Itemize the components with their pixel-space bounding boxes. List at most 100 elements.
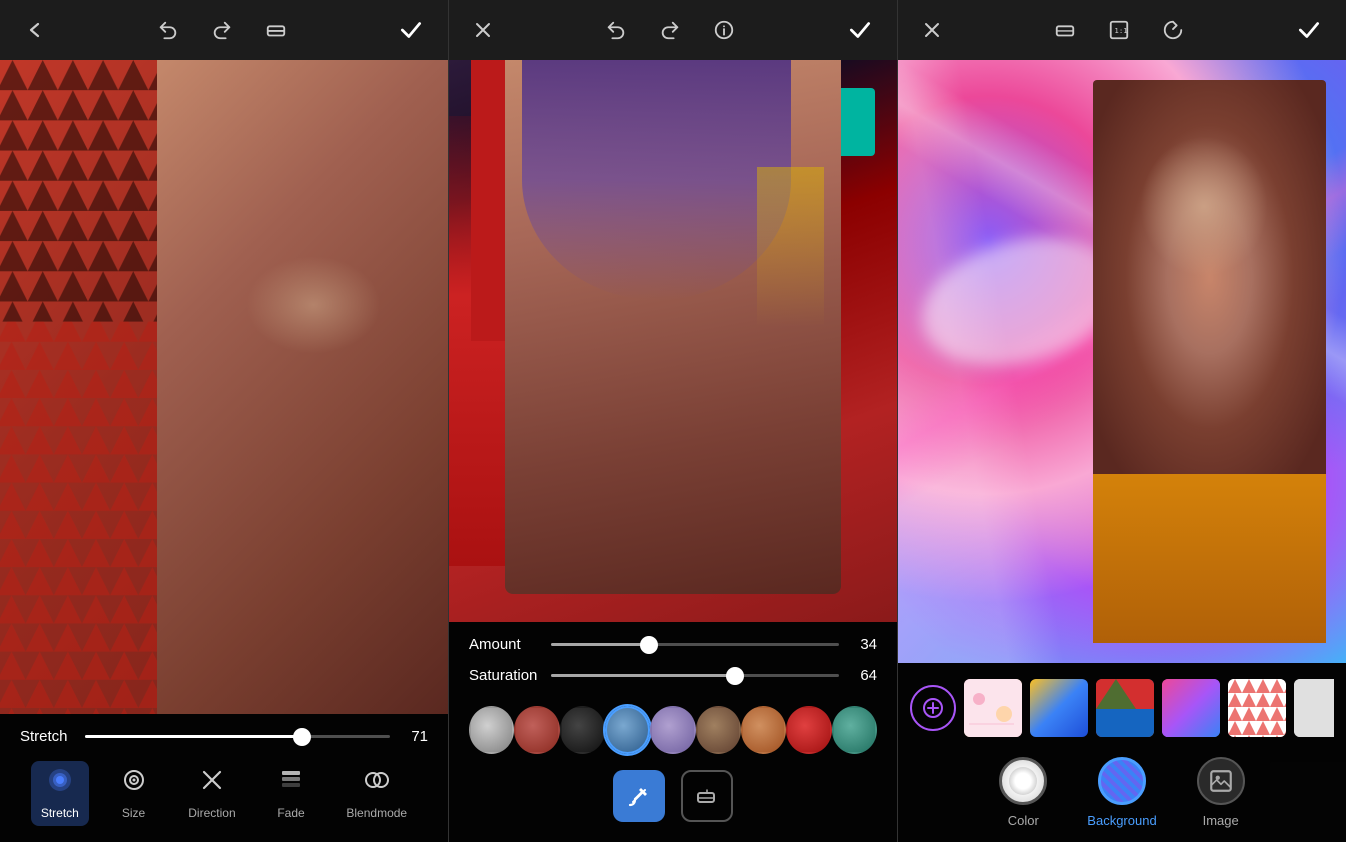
saturation-thumb[interactable]: [726, 667, 744, 685]
main-image-3: [898, 60, 1346, 663]
type-background[interactable]: Background: [1087, 757, 1156, 828]
tool-size[interactable]: Size: [111, 761, 157, 826]
tool-blendmode[interactable]: Blendmode: [336, 761, 417, 826]
gold-accent: [757, 167, 824, 327]
toolbar-2: [449, 0, 897, 60]
size-tool-label: Size: [122, 806, 145, 820]
face-highlight: [246, 256, 380, 354]
main-image-2: [449, 60, 897, 622]
bg-thumb-3[interactable]: [1096, 679, 1154, 737]
amount-slider-row: Amount 34: [469, 636, 877, 653]
stretch-label: Stretch: [20, 728, 75, 745]
brush-tools: [469, 766, 877, 830]
shirt: [1093, 474, 1326, 643]
direction-tool-label: Direction: [188, 806, 235, 820]
eraser-button-3[interactable]: [1048, 13, 1082, 47]
stretch-slider[interactable]: [85, 735, 390, 738]
main-image-1: [0, 60, 448, 714]
rotate-button[interactable]: [1156, 13, 1190, 47]
info-button[interactable]: [707, 13, 741, 47]
hair-color-red[interactable]: [786, 706, 831, 754]
fade-icon: [278, 767, 304, 800]
bottom-controls-3: Color Background Image: [898, 663, 1346, 842]
bg-thumb-5[interactable]: [1228, 679, 1286, 737]
tool-direction[interactable]: Direction: [178, 761, 245, 826]
stretch-thumb[interactable]: [293, 728, 311, 746]
bg-thumb-2[interactable]: [1030, 679, 1088, 737]
redo-button-2[interactable]: [653, 13, 687, 47]
undo-button[interactable]: [151, 13, 185, 47]
stretch-tool-label: Stretch: [41, 806, 79, 820]
brush-button[interactable]: [613, 770, 665, 822]
image-area-1: [0, 60, 448, 714]
tool-bar-1: Stretch Size: [20, 753, 428, 830]
hair-color-teal[interactable]: [832, 706, 877, 754]
close-button-3[interactable]: [916, 14, 948, 46]
background-type-label: Background: [1087, 813, 1156, 828]
amount-value: 34: [849, 636, 877, 653]
stretch-value: 71: [400, 728, 428, 745]
hair-color-lavender[interactable]: [650, 706, 695, 754]
image-type-label: Image: [1203, 813, 1239, 828]
toolbar-center-1: [151, 13, 293, 47]
hair-color-black[interactable]: [560, 706, 605, 754]
amount-label: Amount: [469, 636, 541, 653]
image-area-3: [898, 60, 1346, 663]
hair-color-auburn[interactable]: [514, 706, 559, 754]
hair-color-blue[interactable]: [605, 706, 650, 754]
type-color[interactable]: Color: [999, 757, 1047, 828]
stretch-fill: [85, 735, 302, 738]
eraser-button-1[interactable]: [259, 13, 293, 47]
blendmode-tool-label: Blendmode: [346, 806, 407, 820]
panel-stretch: Stretch 71 Stretch: [0, 0, 449, 842]
check-button-1[interactable]: [392, 11, 430, 49]
saturation-slider[interactable]: [551, 674, 839, 677]
amount-fill: [551, 643, 649, 646]
stretch-icon: [47, 767, 73, 800]
bg-thumb-1[interactable]: [964, 679, 1022, 737]
size-icon: [121, 767, 147, 800]
redo-button[interactable]: [205, 13, 239, 47]
hair-color-copper[interactable]: [741, 706, 786, 754]
direction-icon: [199, 767, 225, 800]
saturation-fill: [551, 674, 735, 677]
toolbar-center-3: 1:1: [1048, 13, 1190, 47]
tool-stretch[interactable]: Stretch: [31, 761, 89, 826]
eraser-button-2[interactable]: [681, 770, 733, 822]
svg-text:1:1: 1:1: [1114, 26, 1127, 35]
color-type-icon: [999, 757, 1047, 805]
bg-thumb-6[interactable]: [1294, 679, 1334, 737]
tool-fade[interactable]: Fade: [267, 761, 314, 826]
add-background-button[interactable]: [910, 685, 956, 731]
portrait-panel-3: [1093, 80, 1326, 643]
hair-color-silver[interactable]: [469, 706, 514, 754]
toolbar-1: [0, 0, 448, 60]
check-button-2[interactable]: [841, 11, 879, 49]
hair-color-picker: [469, 698, 877, 766]
ratio-button[interactable]: 1:1: [1102, 13, 1136, 47]
amount-thumb[interactable]: [640, 636, 658, 654]
blendmode-icon: [364, 767, 390, 800]
bg-thumbnail-row: [910, 673, 1334, 749]
stretch-slider-row: Stretch 71: [20, 728, 428, 745]
face-panel-2: [505, 60, 841, 594]
check-button-3[interactable]: [1290, 11, 1328, 49]
saturation-slider-row: Saturation 64: [469, 667, 877, 684]
bg-thumb-4[interactable]: [1162, 679, 1220, 737]
type-image[interactable]: Image: [1197, 757, 1245, 828]
panel-hair-color: Amount 34 Saturation 64: [449, 0, 898, 842]
bottom-controls-2: Amount 34 Saturation 64: [449, 622, 897, 842]
close-button-2[interactable]: [467, 14, 499, 46]
bottom-controls-1: Stretch 71 Stretch: [0, 714, 448, 842]
undo-button-2[interactable]: [599, 13, 633, 47]
color-type-label: Color: [1008, 813, 1039, 828]
saturation-label: Saturation: [469, 667, 541, 684]
panel-background: 1:1: [898, 0, 1346, 842]
back-button[interactable]: [18, 13, 52, 47]
toolbar-3: 1:1: [898, 0, 1346, 60]
face-background: [157, 60, 448, 714]
image-type-icon: [1197, 757, 1245, 805]
amount-slider[interactable]: [551, 643, 839, 646]
hair-color-brown[interactable]: [696, 706, 741, 754]
purple-hair: [522, 60, 791, 300]
